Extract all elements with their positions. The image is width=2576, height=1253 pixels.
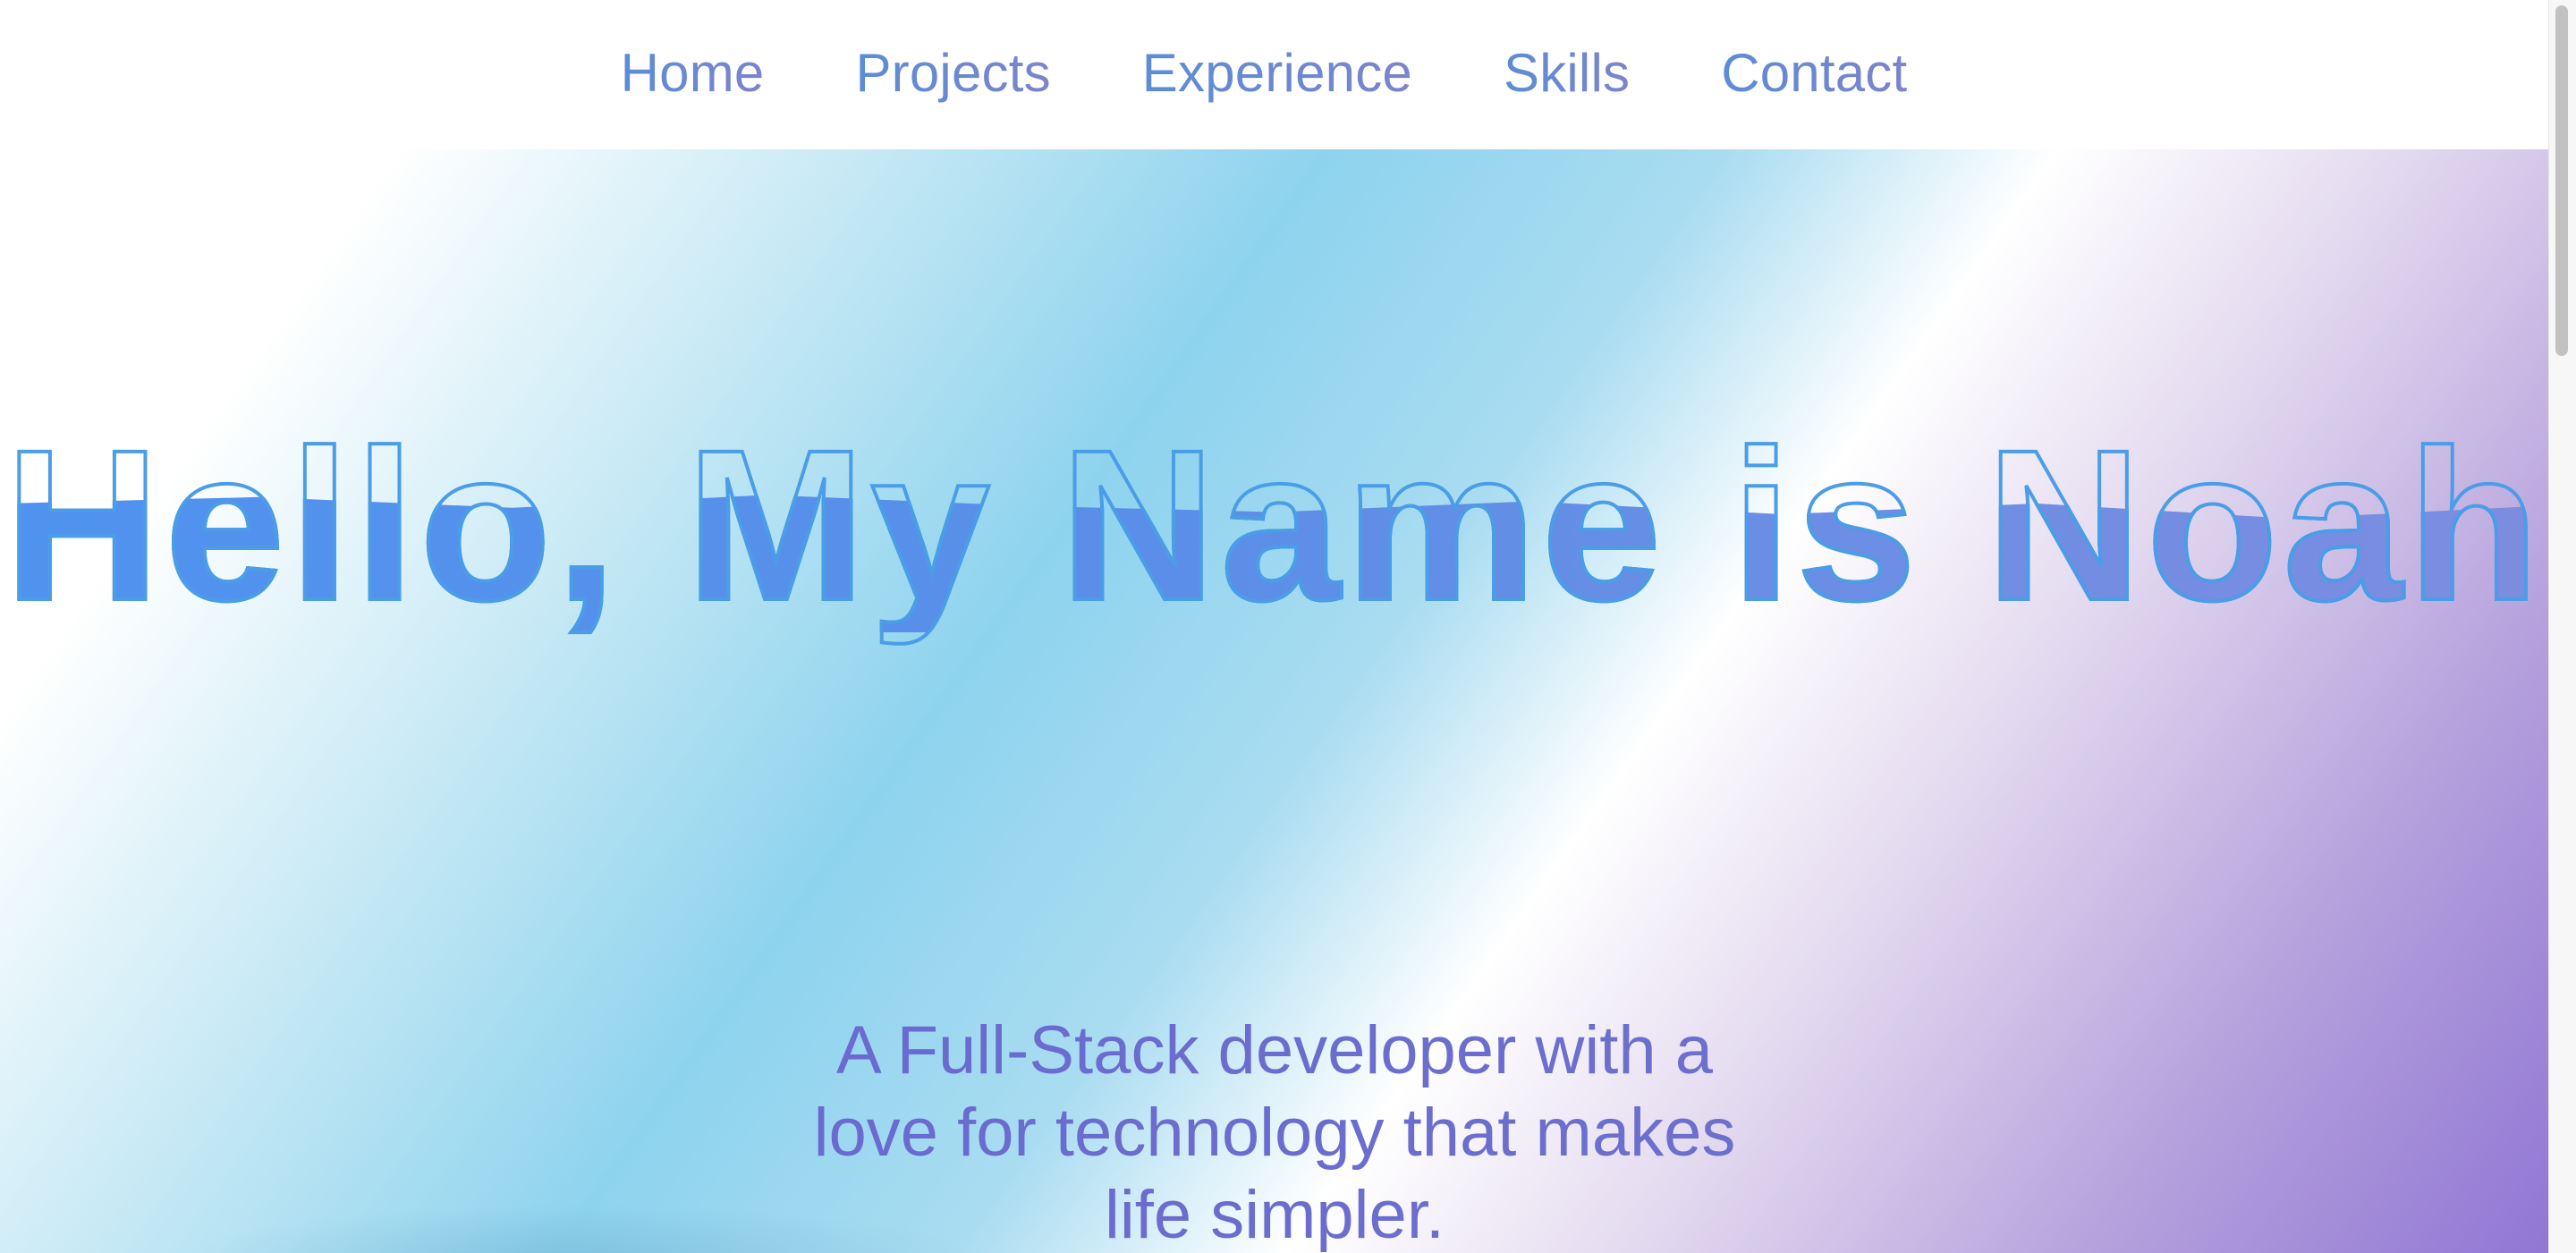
nav-link-skills[interactable]: Skills	[1504, 43, 1630, 103]
nav-link-experience[interactable]: Experience	[1142, 43, 1412, 103]
nav-item-home: Home	[621, 42, 765, 104]
nav-item-contact: Contact	[1721, 42, 1907, 104]
nav-link-contact[interactable]: Contact	[1721, 43, 1907, 103]
portfolio-page: Home Projects Experience Skills Contact …	[0, 0, 2576, 1253]
hero-section: Hello, My Name is NoahHello, My Name is …	[0, 149, 2549, 1253]
hero-title-outline: Hello, My Name is NoahHello, My Name is …	[3, 405, 2545, 645]
nav-item-experience: Experience	[1142, 42, 1412, 104]
hero-title-fill: Hello, My Name is Noah	[4, 405, 2545, 645]
nav-menu: Home Projects Experience Skills Contact	[621, 42, 1908, 104]
nav-item-skills: Skills	[1504, 42, 1630, 104]
nav-link-projects[interactable]: Projects	[855, 43, 1050, 103]
scrollbar-thumb[interactable]	[2555, 5, 2568, 356]
nav-item-projects: Projects	[855, 42, 1050, 104]
top-navigation: Home Projects Experience Skills Contact	[0, 0, 2549, 149]
page-scrollbar[interactable]	[2548, 0, 2576, 1253]
hero-title: Hello, My Name is NoahHello, My Name is …	[0, 405, 2549, 645]
nav-link-home[interactable]: Home	[621, 43, 765, 103]
hero-subtitle: A Full-Stack developer with a love for t…	[769, 1010, 1780, 1253]
